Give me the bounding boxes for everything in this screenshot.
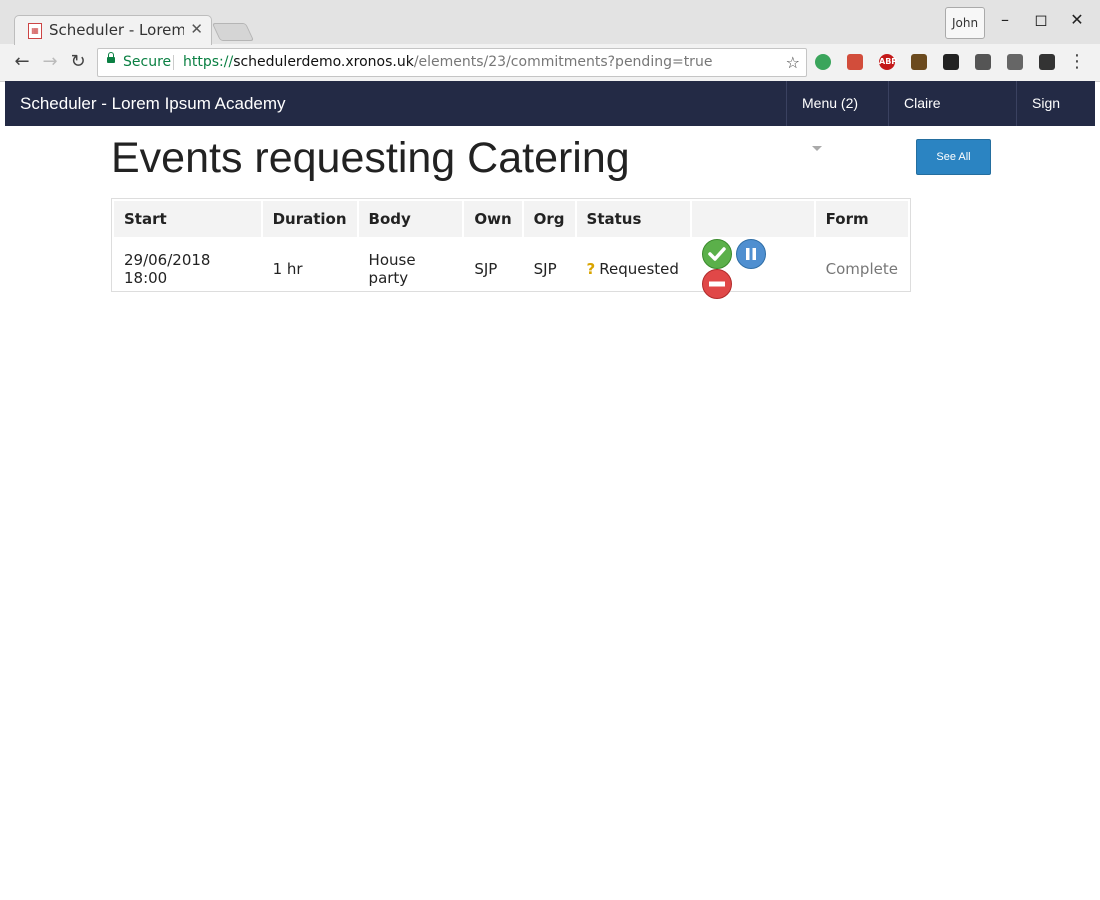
- address-bar[interactable]: Secure https://schedulerdemo.xronos.uk/e…: [97, 48, 807, 77]
- header-status: Status: [576, 201, 690, 237]
- maximize-icon[interactable]: ◻: [1029, 10, 1053, 29]
- browser-tab[interactable]: ▦ Scheduler - Lorem Ipsum Academy ✕: [14, 15, 212, 45]
- cell-org: SJP: [533, 260, 557, 278]
- secure-label: Secure: [123, 54, 172, 70]
- browser-chrome: ▦ Scheduler - Lorem Ipsum Academy ✕ John…: [0, 0, 1100, 82]
- tab-strip: ▦ Scheduler - Lorem Ipsum Academy ✕ John…: [0, 0, 1100, 45]
- url-host: schedulerdemo.xronos.uk: [233, 54, 414, 70]
- gnome-icon[interactable]: [943, 54, 959, 70]
- cell-duration: 1 hr: [272, 260, 303, 278]
- app-navbar: Scheduler - Lorem Ipsum Academy Menu (2)…: [5, 81, 1095, 156]
- question-icon: ?: [586, 260, 596, 278]
- sign-out-link[interactable]: Sign out: [1016, 81, 1095, 156]
- table-header-row: Start Duration Body Own Org Status Form: [114, 201, 908, 237]
- see-all-button[interactable]: See All: [916, 139, 991, 175]
- reload-icon[interactable]: ↻: [67, 51, 89, 72]
- status-text: Requested: [599, 260, 679, 278]
- commitments-table: Start Duration Body Own Org Status Form …: [112, 199, 910, 301]
- minimize-icon[interactable]: –: [993, 10, 1017, 29]
- hold-icon[interactable]: [735, 239, 766, 269]
- evernote-icon[interactable]: [815, 54, 831, 70]
- url-scheme: https://: [183, 54, 234, 70]
- close-window-icon[interactable]: ✕: [1065, 10, 1089, 29]
- header-start: Start: [114, 201, 261, 237]
- adblock-icon[interactable]: ABP: [879, 54, 897, 70]
- cell-own: SJP: [474, 260, 498, 278]
- omnibox-divider: [173, 55, 174, 70]
- browser-toolbar: ← → ↻ Secure https://schedulerdemo.xrono…: [0, 44, 1100, 81]
- reject-icon[interactable]: [701, 269, 732, 299]
- profile-button[interactable]: John: [945, 7, 985, 39]
- commitments-table-container: Start Duration Body Own Org Status Form …: [111, 198, 911, 299]
- header-duration: Duration: [262, 201, 357, 237]
- keeper-icon[interactable]: [975, 54, 991, 70]
- form-complete-link[interactable]: Complete: [826, 260, 898, 278]
- caret-down-icon: [812, 146, 822, 151]
- header-actions: [691, 201, 814, 237]
- new-tab-button[interactable]: [211, 23, 255, 41]
- screen-capture-icon[interactable]: [1039, 54, 1055, 70]
- forward-arrow-icon[interactable]: →: [39, 51, 61, 72]
- page-title: Events requesting Catering: [111, 134, 630, 182]
- app-brand[interactable]: Scheduler - Lorem Ipsum Academy: [20, 94, 286, 114]
- chrome-menu-icon[interactable]: ⋮: [1066, 51, 1088, 72]
- header-body: Body: [358, 201, 463, 237]
- cell-body: House party: [368, 251, 416, 287]
- cell-status: ? Requested: [577, 239, 690, 299]
- cell-form: Complete: [816, 239, 908, 299]
- user-name-link[interactable]: Claire Dunwoody: [888, 81, 1016, 156]
- bookmark-star-icon[interactable]: ☆: [786, 49, 800, 76]
- menu-label: Menu (2): [802, 95, 859, 111]
- menu-dropdown[interactable]: Menu (2): [786, 81, 888, 151]
- calendar-favicon-icon: ▦: [28, 23, 42, 39]
- mail-icon[interactable]: [1007, 54, 1023, 70]
- tab-close-icon[interactable]: ✕: [190, 20, 203, 38]
- house-icon[interactable]: [911, 54, 927, 70]
- header-own: Own: [464, 201, 522, 237]
- url-text: https://schedulerdemo.xronos.uk/elements…: [183, 49, 712, 76]
- approve-icon[interactable]: [701, 239, 732, 269]
- cell-actions: [692, 239, 814, 299]
- header-org: Org: [523, 201, 575, 237]
- url-path: /elements/23/commitments?pending=true: [413, 54, 713, 70]
- cell-start: 29/06/2018 18:00: [124, 251, 211, 287]
- header-form: Form: [815, 201, 908, 237]
- lock-icon: [107, 52, 115, 63]
- tab-title: Scheduler - Lorem Ipsum Academy: [49, 21, 184, 39]
- table-row: 29/06/2018 18:00 1 hr House party SJP SJ…: [114, 239, 908, 299]
- back-arrow-icon[interactable]: ←: [11, 51, 33, 72]
- tasks-icon[interactable]: [847, 54, 863, 70]
